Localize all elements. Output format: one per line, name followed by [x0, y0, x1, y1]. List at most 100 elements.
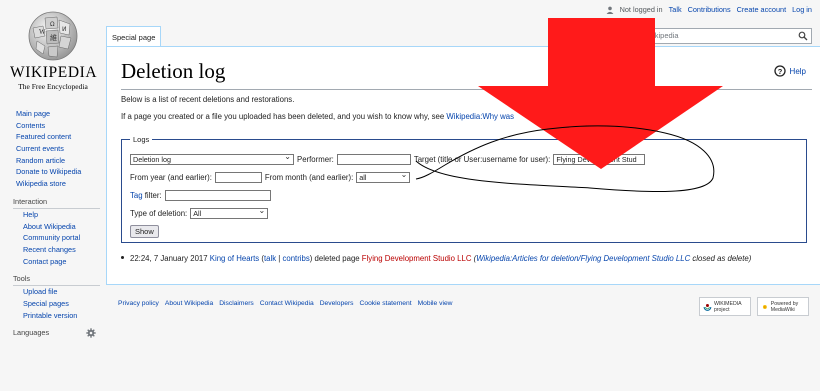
performer-label: Performer: — [297, 155, 334, 164]
sidebar-item-featured-content[interactable]: Featured content — [16, 132, 71, 141]
deletion-type-select[interactable]: All — [190, 206, 269, 219]
logs-form: Logs Deletion log Performer: Target (tit… — [121, 135, 807, 243]
show-button[interactable]: Show — [130, 225, 159, 238]
tag-filter-label: filter: — [144, 191, 162, 200]
log-type-value: Deletion log — [133, 155, 171, 164]
sidebar-item-store[interactable]: Wikipedia store — [16, 179, 66, 188]
svg-text:W: W — [39, 28, 46, 36]
sidebar-item-recent-changes[interactable]: Recent changes — [23, 245, 76, 254]
tag-filter-input[interactable] — [164, 190, 271, 201]
main-content: Deletion log ? Help Below is a list of r… — [106, 46, 820, 285]
sidebar-item-community-portal[interactable]: Community portal — [23, 233, 80, 242]
row-submit: Show — [130, 225, 159, 238]
wikipedia-logo[interactable]: W Ω И 維 WIKIPEDIA The Free Encyclopedia — [10, 6, 97, 91]
portal-languages: Languages — [0, 327, 106, 339]
help-icon: ? — [773, 65, 786, 77]
entry-talk-link[interactable]: talk — [264, 254, 276, 263]
sidebar-item-printable-version[interactable]: Printable version — [23, 311, 77, 320]
log-in-link[interactable]: Log in — [792, 5, 812, 14]
sidebar-navigation: Main page Contents Featured content Curr… — [0, 108, 106, 190]
sidebar-item-current-events[interactable]: Current events — [16, 144, 64, 153]
deleted-help-text: If a page you created or a file you uplo… — [121, 112, 514, 121]
sidebar: Main page Contents Featured content Curr… — [0, 108, 106, 339]
sidebar-item-donate[interactable]: Donate to Wikipedia — [16, 167, 81, 176]
why-was-link[interactable]: Wikipedia:Why was — [446, 112, 514, 121]
footer-developers[interactable]: Developers — [320, 300, 354, 307]
entry-reason-suffix: closed as delete) — [690, 254, 752, 263]
sidebar-item-upload-file[interactable]: Upload file — [23, 287, 57, 296]
sidebar-item-special-pages[interactable]: Special pages — [23, 299, 69, 308]
deleted-help-prefix: If a page you created or a file you uplo… — [121, 112, 445, 121]
entry-user-link[interactable]: King of Hearts — [210, 254, 259, 263]
list-bullet — [121, 256, 124, 260]
footer-about-wikipedia[interactable]: About Wikipedia — [165, 300, 213, 307]
sidebar-item-contents[interactable]: Contents — [16, 121, 45, 130]
logs-legend: Logs — [133, 135, 150, 144]
personal-tools: Not logged in Talk Contributions Create … — [606, 5, 812, 14]
mediawiki-icon — [762, 304, 767, 309]
sidebar-item-help[interactable]: Help — [23, 210, 38, 219]
row-tag-filter: Tag filter: — [130, 190, 271, 201]
title-divider — [121, 89, 812, 90]
intro-text: Below is a list of recent deletions and … — [121, 95, 295, 104]
footer-badges: WIKIMEDIA project Powered by MediaWiki — [699, 297, 809, 316]
page-title: Deletion log — [121, 59, 226, 83]
from-month-label: From month (and earlier): — [264, 173, 354, 182]
gear-icon[interactable] — [86, 328, 96, 339]
portal-interaction: Interaction Help About Wikipedia Communi… — [0, 196, 106, 267]
talk-link[interactable]: Talk — [669, 5, 682, 14]
wikipedia-globe-icon: W Ω И 維 — [28, 11, 78, 61]
svg-text:Ω: Ω — [50, 21, 55, 28]
wikimedia-icon — [703, 303, 712, 311]
footer-cookie-statement[interactable]: Cookie statement — [360, 300, 412, 307]
from-month-value: all — [359, 173, 367, 182]
entry-action-text: ) deleted page — [309, 254, 362, 263]
deletion-type-label: Type of deletion: — [130, 209, 188, 218]
search-input-value: Wikipedia — [646, 31, 679, 40]
entry-reason-link[interactable]: Wikipedia:Articles for deletion/Flying D… — [476, 254, 690, 263]
sidebar-item-about[interactable]: About Wikipedia — [23, 222, 76, 231]
target-label: Target (title or User:username for user)… — [413, 155, 551, 164]
footer-contact-wikipedia[interactable]: Contact Wikipedia — [260, 300, 314, 307]
svg-text:?: ? — [777, 67, 782, 76]
footer-privacy-policy[interactable]: Privacy policy — [118, 300, 159, 307]
mediawiki-badge[interactable]: Powered by MediaWiki — [757, 297, 809, 316]
mediawiki-badge-label: Powered by MediaWiki — [770, 300, 799, 313]
tab-special-page[interactable]: Special page — [106, 26, 162, 47]
from-year-input[interactable] — [214, 172, 262, 183]
footer-mobile-view[interactable]: Mobile view — [418, 300, 453, 307]
search-icon[interactable] — [798, 31, 808, 41]
log-type-select[interactable]: Deletion log — [130, 152, 294, 165]
not-logged-in-text: Not logged in — [619, 5, 663, 14]
create-account-link[interactable]: Create account — [737, 5, 787, 14]
portal-heading-tools: Tools — [13, 274, 31, 284]
sidebar-item-main-page[interactable]: Main page — [16, 109, 50, 118]
row-dates: From year (and earlier): From month (and… — [130, 170, 411, 183]
entry-timestamp: 22:24, 7 January 2017 — [130, 254, 208, 263]
entry-contribs-link[interactable]: contribs — [282, 254, 309, 263]
svg-text:維: 維 — [50, 33, 57, 42]
deletion-type-value: All — [193, 209, 202, 218]
sidebar-item-contact-page[interactable]: Contact page — [23, 257, 66, 266]
target-input[interactable]: Flying Development Stud — [553, 154, 646, 165]
svg-text:И: И — [62, 26, 67, 33]
performer-input[interactable] — [336, 154, 411, 165]
tag-link[interactable]: Tag — [130, 191, 143, 200]
contributions-link[interactable]: Contributions — [688, 5, 731, 14]
wikimedia-badge[interactable]: WIKIMEDIA project — [699, 297, 751, 316]
row-log-type: Deletion log Performer: Target (title or… — [130, 152, 646, 165]
help-label[interactable]: Help — [790, 67, 806, 76]
search-input[interactable]: Wikipedia — [640, 28, 812, 44]
tagline: The Free Encyclopedia — [18, 82, 88, 91]
footer-disclaimers[interactable]: Disclaimers — [219, 300, 254, 307]
from-year-label: From year (and earlier): — [130, 173, 212, 182]
row-deletion-type: Type of deletion: All — [130, 206, 269, 219]
wikimedia-badge-label: WIKIMEDIA project — [713, 300, 742, 313]
portal-heading-interaction: Interaction — [13, 196, 48, 206]
portal-tools: Tools Upload file Special pages Printabl… — [0, 273, 106, 321]
entry-page-link[interactable]: Flying Development Studio LLC — [362, 254, 472, 263]
footer-links: Privacy policy About Wikipedia Disclaime… — [118, 300, 453, 307]
sidebar-item-random-article[interactable]: Random article — [16, 156, 65, 165]
help-link[interactable]: ? Help — [773, 65, 806, 77]
from-month-select[interactable]: all — [356, 170, 411, 183]
